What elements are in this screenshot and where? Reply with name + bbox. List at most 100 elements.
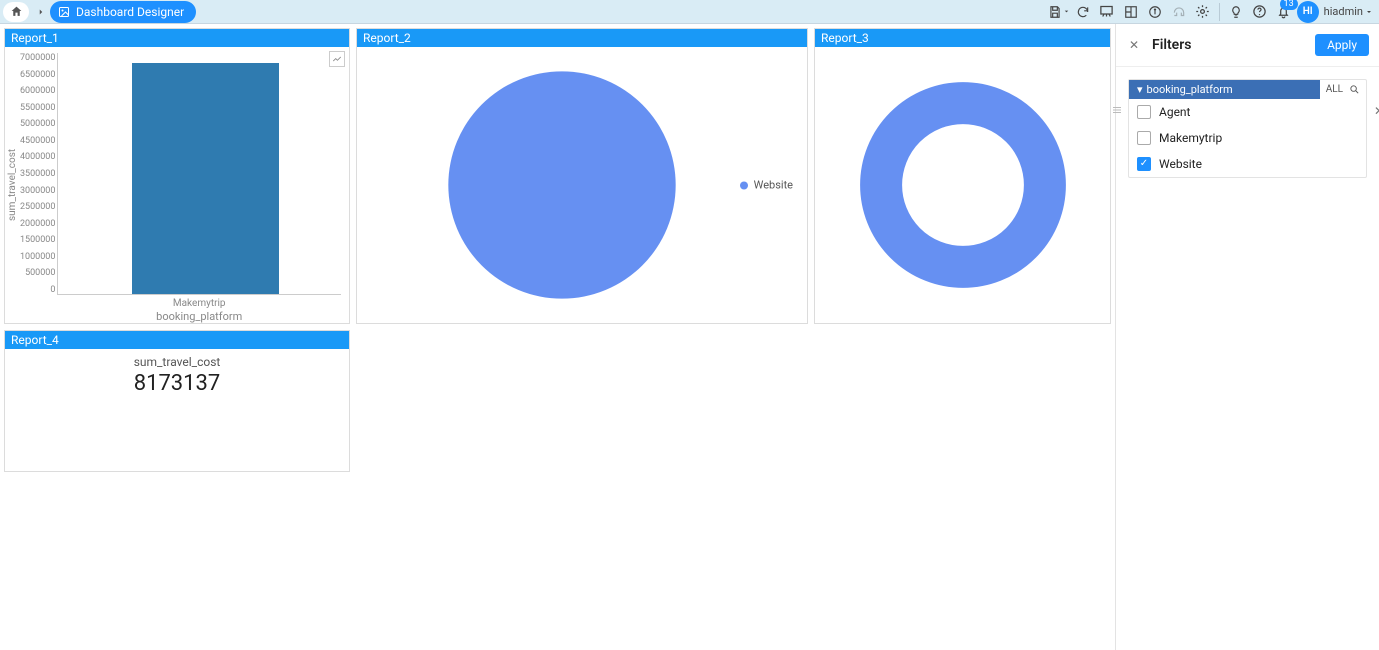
- save-dropdown-button[interactable]: [1047, 0, 1071, 24]
- headset-button-disabled: [1167, 0, 1191, 24]
- remove-filter-button[interactable]: ✕: [1374, 104, 1379, 118]
- filter-group-title[interactable]: ▾ booking_platform: [1129, 80, 1320, 99]
- notifications-button[interactable]: 13: [1272, 0, 1296, 24]
- toolbar-actions: 13 HI hiadmin: [1047, 0, 1379, 23]
- checkbox-unchecked[interactable]: [1137, 131, 1151, 145]
- refresh-button[interactable]: [1071, 0, 1095, 24]
- donut-slice-website[interactable]: [881, 103, 1045, 267]
- git-button[interactable]: [1143, 0, 1167, 24]
- panel-title: Report_3: [821, 31, 869, 45]
- chevron-down-icon: [1365, 8, 1373, 16]
- chevron-right-icon: [36, 7, 46, 17]
- panel-report-1[interactable]: Report_1 sum_travel_cost 700000065000006…: [4, 28, 350, 324]
- kpi-value: 8173137: [5, 371, 349, 396]
- panel-header: Report_2: [357, 29, 807, 47]
- panel-body: Website: [357, 47, 807, 323]
- layout-icon: [1124, 5, 1138, 19]
- settings-button[interactable]: [1191, 0, 1215, 24]
- breadcrumb-area: Dashboard Designer: [0, 0, 196, 23]
- filters-panel: ✕ Filters Apply ✕ ▾ booking_platform ALL: [1115, 24, 1379, 650]
- close-filters-button[interactable]: ✕: [1126, 38, 1142, 52]
- help-icon: [1252, 4, 1267, 19]
- panel-header: Report_4: [5, 331, 349, 349]
- y-axis-title: sum_travel_cost: [5, 47, 20, 323]
- image-icon: [58, 6, 70, 18]
- breadcrumb-dashboard-designer[interactable]: Dashboard Designer: [50, 1, 196, 23]
- legend-swatch: [740, 181, 748, 189]
- filter-group-label: booking_platform: [1147, 83, 1233, 96]
- breadcrumb-label: Dashboard Designer: [76, 5, 184, 19]
- bulb-icon: [1229, 5, 1243, 19]
- drag-icon: [1111, 104, 1123, 116]
- dashboard-canvas: Report_1 sum_travel_cost 700000065000006…: [0, 24, 1115, 650]
- checkbox-unchecked[interactable]: [1137, 105, 1151, 119]
- filters-header: ✕ Filters Apply: [1116, 24, 1379, 67]
- panel-header: Report_3: [815, 29, 1110, 47]
- apply-button[interactable]: Apply: [1315, 34, 1369, 56]
- pie-svg: [446, 69, 678, 301]
- filter-option-agent[interactable]: Agent: [1129, 99, 1366, 125]
- plot-area: Makemytrip booking_platform: [57, 53, 341, 323]
- row-2: Report_4 sum_travel_cost 8173137: [4, 330, 1111, 472]
- filter-group-booking-platform: ✕ ▾ booking_platform ALL Agent Makemytri…: [1128, 79, 1367, 178]
- bar-chart: sum_travel_cost 700000065000006000000550…: [5, 47, 349, 323]
- floppy-icon: [1048, 5, 1062, 19]
- avatar-initials: HI: [1297, 1, 1319, 23]
- row-1: Report_1 sum_travel_cost 700000065000006…: [4, 28, 1111, 324]
- refresh-icon: [1076, 5, 1090, 19]
- panel-body: [815, 47, 1110, 323]
- option-label: Makemytrip: [1159, 131, 1222, 145]
- option-label: Agent: [1159, 105, 1190, 119]
- filters-title: Filters: [1152, 37, 1191, 53]
- panel-title: Report_4: [11, 333, 59, 347]
- toolbar-separator: [1219, 3, 1220, 21]
- main-area: Report_1 sum_travel_cost 700000065000006…: [0, 24, 1379, 650]
- panel-title: Report_2: [363, 31, 411, 45]
- filter-option-website[interactable]: Website: [1129, 151, 1366, 177]
- y-axis-ticks: 7000000650000060000005500000500000045000…: [20, 47, 57, 323]
- username-label: hiadmin: [1324, 5, 1363, 18]
- user-menu[interactable]: hiadmin: [1324, 5, 1373, 18]
- pie-slice-website[interactable]: [448, 71, 675, 298]
- panel-header: Report_1: [5, 29, 349, 47]
- legend: Website: [740, 179, 793, 192]
- layout-button[interactable]: [1119, 0, 1143, 24]
- filter-card-header: ▾ booking_platform ALL: [1129, 80, 1366, 99]
- git-icon: [1148, 5, 1162, 19]
- breadcrumb-separator[interactable]: [32, 2, 50, 22]
- panel-body: sum_travel_cost 700000065000006000000550…: [5, 47, 349, 323]
- filter-option-makemytrip[interactable]: Makemytrip: [1129, 125, 1366, 151]
- caret-down-icon: ▾: [1137, 83, 1143, 96]
- panel-report-4[interactable]: Report_4 sum_travel_cost 8173137: [4, 330, 350, 472]
- panel-title: Report_1: [11, 31, 59, 45]
- headset-icon: [1172, 5, 1186, 19]
- filter-all-label[interactable]: ALL: [1326, 84, 1343, 95]
- presentation-icon: [1099, 4, 1114, 19]
- idea-button[interactable]: [1224, 0, 1248, 24]
- panel-report-2[interactable]: Report_2 Website: [356, 28, 808, 324]
- donut-svg: [858, 80, 1068, 290]
- panel-report-3[interactable]: Report_3: [814, 28, 1111, 324]
- legend-label: Website: [754, 179, 793, 192]
- filter-group-actions: ALL: [1320, 84, 1366, 95]
- bar-makemytrip[interactable]: [132, 63, 279, 294]
- present-button[interactable]: [1095, 0, 1119, 24]
- drag-handle[interactable]: [1111, 104, 1123, 116]
- search-icon: [1349, 84, 1360, 95]
- panel-body: sum_travel_cost 8173137: [5, 349, 349, 471]
- user-avatar[interactable]: HI: [1296, 0, 1320, 24]
- kpi-label: sum_travel_cost: [5, 355, 349, 369]
- home-icon: [10, 5, 23, 18]
- checkbox-checked[interactable]: [1137, 157, 1151, 171]
- filter-search-button[interactable]: [1349, 84, 1360, 95]
- gear-icon: [1195, 4, 1210, 19]
- plot-inner: [57, 53, 341, 295]
- chevron-down-icon: [1063, 8, 1070, 15]
- home-button[interactable]: [3, 2, 29, 22]
- option-label: Website: [1159, 157, 1202, 171]
- top-toolbar: Dashboard Designer 13 HI hiadmin: [0, 0, 1379, 24]
- help-button[interactable]: [1248, 0, 1272, 24]
- x-tick-label: Makemytrip: [57, 298, 341, 309]
- donut-chart: [815, 47, 1110, 323]
- x-axis-title: booking_platform: [57, 310, 341, 323]
